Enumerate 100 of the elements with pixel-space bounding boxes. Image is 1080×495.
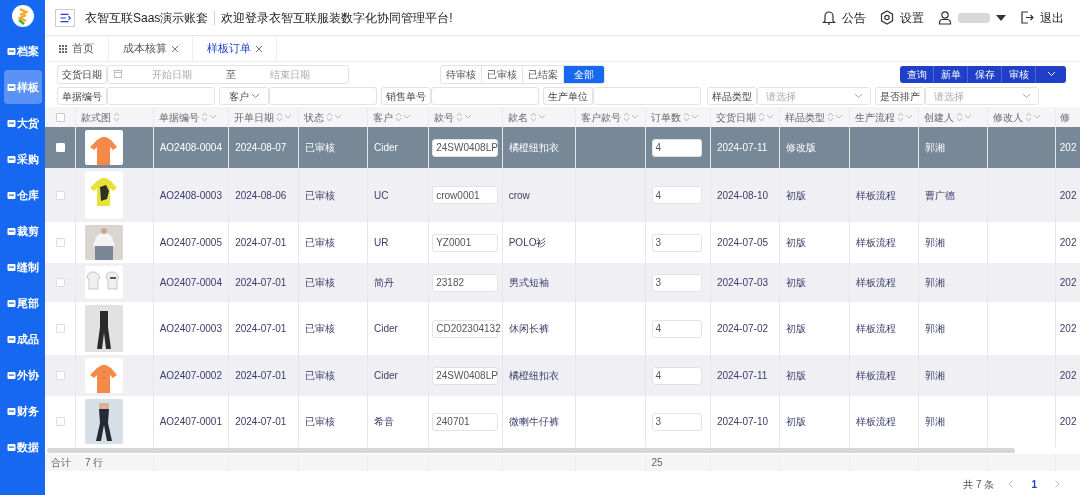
input-field[interactable]: CD202304132 [432, 319, 499, 338]
header-cell[interactable]: 创建人 [918, 107, 988, 127]
user-menu[interactable] [938, 10, 1006, 25]
filter-caret-icon[interactable] [766, 115, 773, 119]
filter-caret-icon[interactable] [538, 115, 545, 119]
input-field[interactable]: crow0001 [432, 186, 499, 204]
toolbar-button[interactable]: 保存 [968, 65, 1002, 83]
input-field[interactable]: 23182 [432, 273, 499, 292]
sort-icon[interactable] [395, 113, 401, 121]
toolbar-button[interactable]: 审核 [1002, 65, 1036, 83]
row-checkbox[interactable] [55, 190, 65, 200]
table-row[interactable]: AO2407-0002 2024-07-01 已审核 Cider 24SW0408LP 橘橙纽扣衣 4 2024-07-11 初版 样板流程 郭湘 202 [45, 355, 1080, 396]
sidebar-item[interactable]: 缝制 [3, 250, 42, 284]
tab[interactable]: 首页 [45, 36, 109, 61]
input-field[interactable]: 4 [651, 366, 702, 385]
status-tab[interactable]: 待审核 [440, 64, 482, 84]
sort-icon[interactable] [114, 113, 120, 121]
header-cell[interactable]: 样品类型 [779, 107, 850, 127]
input-field[interactable]: 4 [651, 186, 702, 204]
filter-label[interactable]: 客户 [219, 87, 269, 105]
filter-caret-icon[interactable] [465, 115, 472, 119]
status-tab[interactable]: 已结案 [522, 64, 564, 84]
sidebar-item[interactable]: 采购 [3, 142, 42, 176]
input-field[interactable] [269, 87, 377, 105]
more-button[interactable] [1036, 65, 1066, 83]
input-field[interactable]: 4 [651, 138, 702, 157]
input-field[interactable]: 24SW0408LP [432, 366, 499, 385]
input-field[interactable]: 3 [651, 233, 702, 252]
sidebar-item[interactable]: 仓库 [3, 178, 42, 212]
sort-icon[interactable] [957, 113, 963, 121]
table-row[interactable]: AO2407-0004 2024-07-01 已审核 简丹 23182 男式短袖 3 2024-07-03 初版 样板流程 郭湘 202 [45, 263, 1080, 302]
header-cell[interactable]: 状态 [298, 107, 368, 127]
header-action[interactable]: 公告 [822, 8, 866, 27]
sort-icon[interactable] [683, 113, 689, 121]
filter-caret-icon[interactable] [285, 115, 292, 119]
sort-icon[interactable] [828, 113, 834, 121]
sort-icon[interactable] [530, 113, 536, 121]
page-number[interactable]: 1 [1027, 476, 1041, 492]
sidebar-item[interactable]: 成品 [3, 322, 42, 356]
header-cell[interactable]: 款号 [428, 107, 503, 127]
header-cell[interactable]: 交货日期 [710, 107, 780, 127]
table-row[interactable]: AO2408-0003 2024-08-06 已审核 UC crow0001 crow 4 2024-08-10 初版 样板流程 曹广德 202 [45, 168, 1080, 222]
header-cell[interactable]: 客户 [367, 107, 429, 127]
input-field[interactable]: 3 [651, 412, 702, 431]
filter-caret-icon[interactable] [334, 115, 341, 119]
filter-label[interactable]: 生产单位 [543, 87, 593, 105]
input-field[interactable]: 240701 [432, 412, 499, 431]
sort-icon[interactable] [326, 113, 332, 121]
status-tab[interactable]: 已审核 [481, 64, 523, 84]
header-action[interactable]: 退出 [1020, 8, 1064, 27]
date-range-field[interactable]: 开始日期 至 结束日期 [107, 64, 349, 84]
filter-caret-icon[interactable] [209, 115, 216, 119]
status-tab[interactable]: 全部 [563, 64, 605, 84]
previous-icon[interactable] [1008, 480, 1014, 488]
sidebar-item[interactable]: 档案 [3, 34, 42, 68]
filter-label[interactable]: 交货日期 [57, 64, 107, 84]
filter-label[interactable]: 样品类型 [707, 87, 757, 105]
table-row[interactable]: AO2408-0004 2024-08-07 已审核 Cider 24SW0408LP 橘橙纽扣衣 4 2024-07-11 修改版 郭湘 202 [45, 127, 1080, 168]
menu-toggle-icon[interactable] [55, 8, 75, 27]
next-icon[interactable] [1055, 480, 1060, 488]
header-cell[interactable]: 生产流程 [849, 107, 919, 127]
row-checkbox[interactable] [55, 238, 65, 247]
filter-caret-icon[interactable] [965, 115, 972, 119]
sort-icon[interactable] [897, 113, 903, 121]
input-field[interactable] [107, 87, 215, 105]
row-checkbox[interactable] [55, 417, 65, 426]
table-row[interactable]: AO2407-0001 2024-07-01 已审核 希音 240701 微喇牛仔裤 3 2024-07-10 初版 样板流程 郭湘 202 [45, 396, 1080, 447]
input-field[interactable]: 3 [651, 273, 702, 292]
sidebar-item[interactable]: 财务 [3, 394, 42, 428]
filter-caret-icon[interactable] [403, 115, 410, 119]
input-field[interactable]: 4 [651, 319, 702, 338]
filter-caret-icon[interactable] [691, 115, 698, 119]
horizontal-scrollbar[interactable] [47, 448, 1015, 453]
header-action[interactable]: 设置 [880, 8, 924, 27]
input-field[interactable]: 24SW0408LP [432, 138, 499, 157]
row-checkbox[interactable] [55, 324, 65, 333]
header-cell[interactable]: 修 [1055, 107, 1080, 127]
filter-label[interactable]: 销售单号 [381, 87, 431, 105]
filter-caret-icon[interactable] [632, 115, 639, 119]
filter-caret-icon[interactable] [836, 115, 843, 119]
filter-caret-icon[interactable] [1034, 115, 1041, 119]
sidebar-item[interactable]: 尾部 [3, 286, 42, 320]
toolbar-button[interactable]: 查询 [900, 65, 934, 83]
sidebar-item[interactable]: 裁剪 [3, 214, 42, 248]
sort-icon[interactable] [758, 113, 764, 121]
sort-icon[interactable] [277, 113, 283, 121]
sidebar-item[interactable]: 大货 [3, 106, 42, 140]
header-cell[interactable]: 单据编号 [153, 107, 229, 127]
header-cell[interactable]: 开单日期 [228, 107, 299, 127]
input-field[interactable] [431, 87, 539, 105]
close-icon[interactable] [172, 45, 178, 52]
input-field[interactable] [593, 87, 701, 105]
sort-icon[interactable] [457, 113, 463, 121]
input-field[interactable]: YZ0001 [432, 233, 499, 252]
sort-icon[interactable] [1026, 113, 1032, 121]
row-checkbox[interactable] [55, 278, 65, 287]
sort-icon[interactable] [624, 113, 630, 121]
sidebar-item[interactable]: 数据 [3, 430, 42, 464]
header-cell[interactable]: 款名 [502, 107, 576, 127]
toolbar-button[interactable]: 新单 [934, 65, 968, 83]
